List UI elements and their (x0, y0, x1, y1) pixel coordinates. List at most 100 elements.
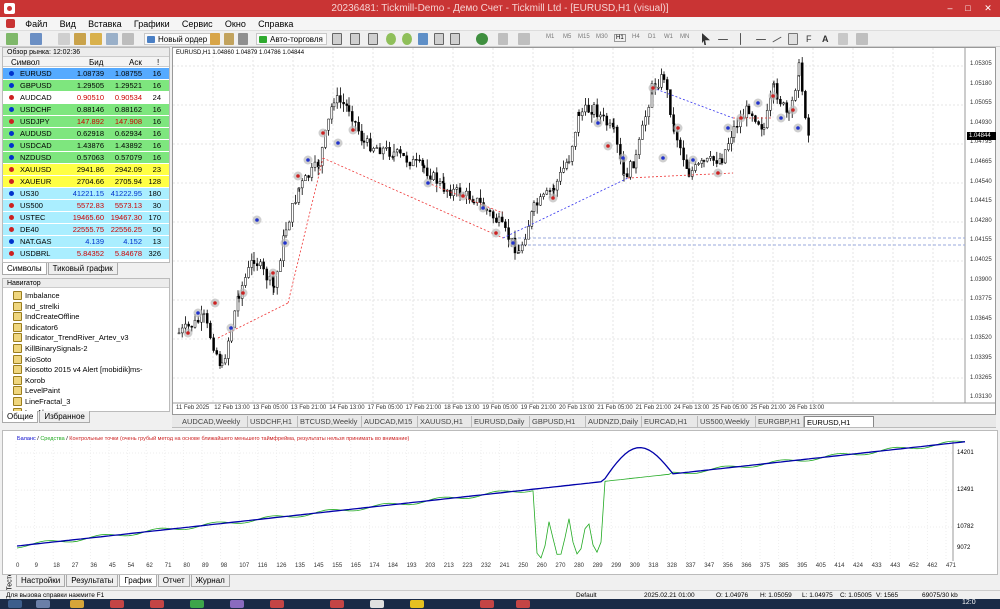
profiles-icon[interactable] (30, 33, 42, 45)
market-watch-row[interactable]: AUDUSD 0.62918 0.62934 16 (3, 128, 169, 139)
chart-tab[interactable]: EURUSD,H1 (visual) (804, 416, 874, 438)
text-tool-icon[interactable]: A (822, 33, 832, 45)
taskbar-app-1[interactable] (36, 600, 50, 608)
start-icon[interactable] (8, 600, 22, 608)
timeframe-m1[interactable]: M1 (546, 34, 554, 40)
market-watch-row[interactable]: EURUSD 1.08739 1.08755 16 (3, 68, 169, 79)
taskbar-app-8[interactable] (330, 600, 344, 608)
col-symbol[interactable]: Символ (11, 58, 40, 67)
chart-shift-icon[interactable] (450, 33, 460, 45)
maximize-icon[interactable]: □ (962, 2, 974, 14)
menu-view[interactable]: Вид (55, 17, 81, 30)
market-watch-row[interactable]: USDCAD 1.43876 1.43892 16 (3, 140, 169, 151)
terminal-icon[interactable] (106, 33, 118, 45)
app-menu-icon[interactable] (6, 19, 15, 28)
menu-file[interactable]: Файл (20, 17, 52, 30)
fibonacci-icon[interactable]: F (806, 33, 816, 45)
trendline-icon[interactable] (772, 36, 782, 43)
tile-windows-icon[interactable] (418, 33, 428, 45)
tab-settings[interactable]: Настройки (16, 575, 66, 587)
timeframe-w1[interactable]: W1 (664, 34, 673, 40)
col-spread[interactable]: ! (157, 58, 159, 67)
market-watch-row[interactable]: USDCHF 0.88146 0.88162 16 (3, 104, 169, 115)
tab-report[interactable]: Отчет (157, 575, 190, 587)
market-watch-row[interactable]: NAT.GAS 4.139 4.152 13 (3, 236, 169, 247)
channel-icon[interactable] (788, 33, 798, 45)
templates-icon[interactable] (518, 33, 530, 45)
market-watch-row[interactable]: USDJPY 147.892 147.908 16 (3, 116, 169, 127)
navigator-item[interactable]: IndCreateOffline (13, 311, 79, 322)
navigator-item[interactable]: LevelPaint (13, 385, 60, 396)
periods-icon[interactable] (498, 33, 508, 45)
market-watch-row[interactable]: US30 41221.15 41222.95 180 (3, 188, 169, 199)
navigator-item[interactable]: Indicator_TrendRiver_Artev_v3 (13, 332, 129, 343)
tab-graph[interactable]: График (119, 575, 157, 587)
taskbar-app-6[interactable] (230, 600, 244, 608)
cursor-icon[interactable] (702, 33, 710, 45)
chart-tab[interactable]: BTCUSD,Weekly (298, 416, 362, 427)
bar-chart-icon[interactable] (332, 33, 342, 45)
timeframe-h1[interactable]: H1 (614, 34, 626, 42)
autotrading-button[interactable]: Авто-торговля (256, 33, 327, 45)
horizontal-line-icon[interactable] (756, 39, 766, 40)
label-tool-icon[interactable] (838, 33, 848, 45)
data-window-icon[interactable] (74, 33, 86, 45)
chart-tab[interactable]: GBPUSD,H1 (530, 416, 586, 427)
timeframe-h4[interactable]: H4 (632, 34, 640, 40)
timeframe-d1[interactable]: D1 (648, 34, 656, 40)
market-watch-row[interactable]: AUDCAD 0.90510 0.90534 24 (3, 92, 169, 103)
tab-results[interactable]: Результаты (66, 575, 119, 587)
taskbar-app-5[interactable] (190, 600, 204, 608)
taskbar-app-2[interactable] (70, 600, 84, 608)
chart-canvas[interactable] (173, 48, 995, 414)
chart-tab[interactable]: AUDNZD,Daily (586, 416, 642, 427)
options-icon[interactable] (238, 33, 248, 45)
timeframe-m30[interactable]: M30 (596, 34, 608, 40)
taskbar-app-7[interactable] (270, 600, 284, 608)
tab-symbols[interactable]: Символы (2, 263, 47, 275)
market-watch-row[interactable]: XAUUSD 2941.86 2942.09 23 (3, 164, 169, 175)
navigator-item[interactable]: Imbalance (13, 290, 60, 301)
navigator-item[interactable]: KioSoto (13, 354, 51, 365)
menu-help[interactable]: Справка (253, 17, 298, 30)
candlestick-icon[interactable] (350, 33, 360, 45)
market-watch-row[interactable]: GBPUSD 1.29505 1.29521 16 (3, 80, 169, 91)
price-chart[interactable]: EURUSD,H1 1.04860 1.04879 1.04786 1.0484… (172, 47, 996, 415)
taskbar-app-12[interactable] (516, 600, 530, 608)
taskbar-app-10[interactable] (410, 600, 424, 608)
arrows-tool-icon[interactable] (856, 33, 868, 45)
market-watch-row[interactable]: NZDUSD 0.57063 0.57079 16 (3, 152, 169, 163)
navigator-item[interactable]: Korob (13, 375, 45, 386)
market-watch-icon[interactable] (58, 33, 70, 45)
market-watch-row[interactable]: USTEC 19465.60 19467.30 170 (3, 212, 169, 223)
navigator-item[interactable]: KillBinarySignals-2 (13, 343, 88, 354)
tab-tick-chart[interactable]: Тиковый график (47, 263, 118, 275)
market-watch-row[interactable]: XAUEUR 2704.66 2705.94 128 (3, 176, 169, 187)
menu-insert[interactable]: Вставка (83, 17, 126, 30)
vertical-line-icon[interactable] (740, 33, 741, 45)
tab-journal[interactable]: Журнал (190, 575, 230, 587)
zoom-out-icon[interactable] (402, 33, 412, 45)
menu-tools[interactable]: Сервис (177, 17, 218, 30)
chart-tab[interactable]: EURUSD,Daily (472, 416, 530, 427)
close-icon[interactable]: ✕ (982, 2, 994, 14)
navigator-item[interactable]: Ind_strelki (13, 301, 59, 312)
col-ask[interactable]: Аск (129, 58, 142, 67)
market-watch-row[interactable]: DE40 22555.75 22556.25 50 (3, 224, 169, 235)
market-watch-row[interactable]: US500 5572.83 5573.13 30 (3, 200, 169, 211)
navigator-item[interactable]: Kiosotto 2015 v4 Alert [mobidik]ms- (13, 364, 143, 375)
chart-tab[interactable]: EURGBP,H1 (756, 416, 804, 427)
taskbar-app-4[interactable] (150, 600, 164, 608)
chart-tab[interactable]: AUDCAD,M15 (362, 416, 418, 427)
new-order-button[interactable]: Новый ордер (144, 33, 212, 45)
taskbar-app-11[interactable] (480, 600, 494, 608)
taskbar-app-3[interactable] (110, 600, 124, 608)
navigator-icon[interactable] (90, 33, 102, 45)
chart-tab[interactable]: US500,Weekly (698, 416, 756, 427)
menu-window[interactable]: Окно (220, 17, 251, 30)
chart-tab[interactable]: USDCHF,H1 (248, 416, 298, 427)
tab-common[interactable]: Общие (2, 411, 39, 423)
chart-tab[interactable]: EURCAD,H1 (642, 416, 698, 427)
line-chart-icon[interactable] (368, 33, 378, 45)
timeframe-mn[interactable]: MN (680, 34, 689, 40)
